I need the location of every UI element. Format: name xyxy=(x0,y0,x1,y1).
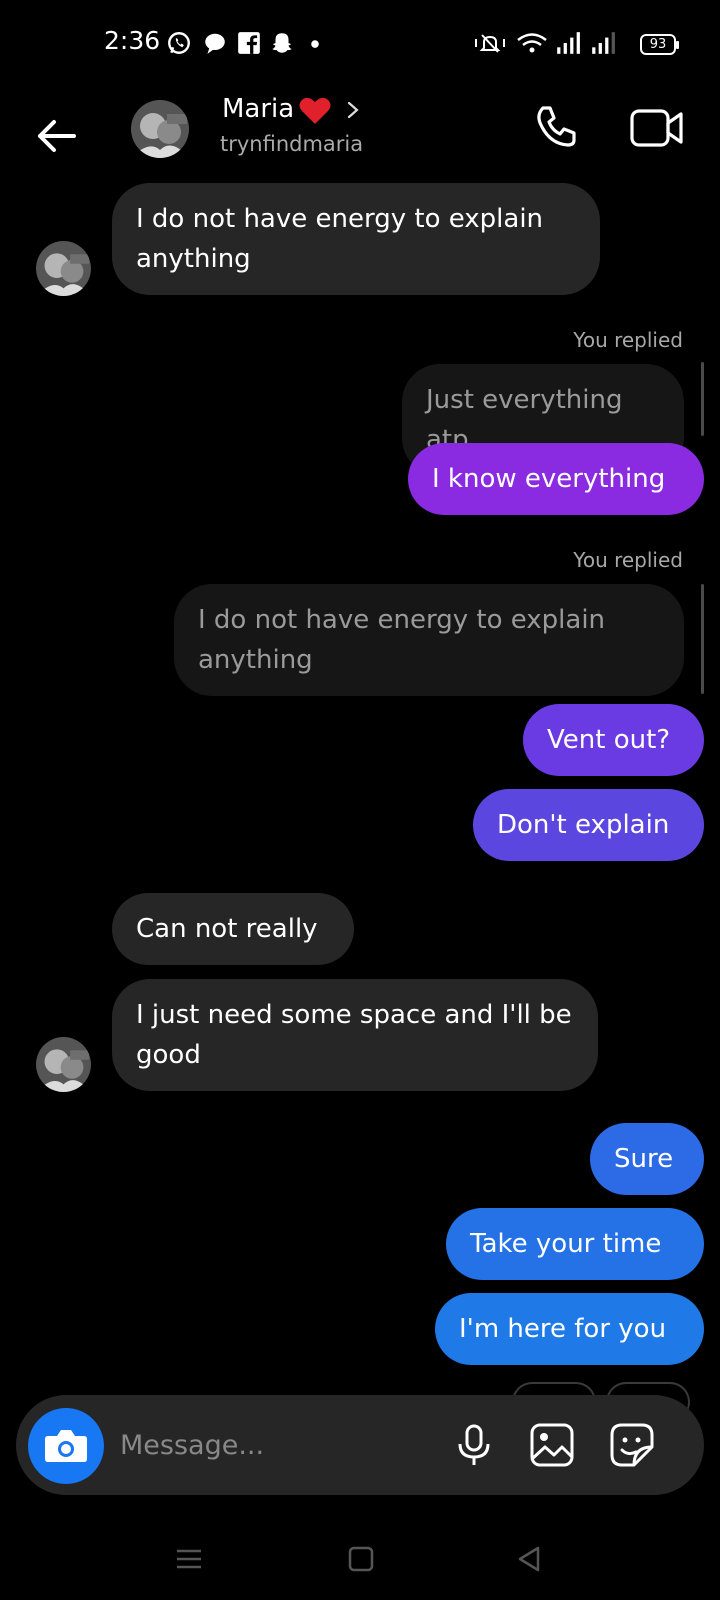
dot-icon xyxy=(311,40,319,48)
arrow-left-icon[interactable] xyxy=(30,110,82,162)
camera-icon xyxy=(45,1430,87,1462)
home-square-icon[interactable] xyxy=(346,1544,376,1574)
outgoing-message[interactable]: Vent out? xyxy=(523,704,704,776)
incoming-message[interactable]: Can not really xyxy=(112,893,354,965)
outgoing-message[interactable]: Take your time xyxy=(446,1208,704,1280)
reply-indicator-bar xyxy=(701,362,704,436)
reply-preview[interactable]: I do not have energy to explain anything xyxy=(174,584,684,696)
incoming-message[interactable]: I just need some space and I'll be good xyxy=(112,979,598,1091)
system-nav-bar xyxy=(0,1520,720,1600)
status-time: 2:36 xyxy=(104,26,161,55)
battery-indicator: 93 xyxy=(640,34,679,55)
reply-indicator-bar xyxy=(701,584,704,694)
chevron-right-icon[interactable] xyxy=(345,100,361,120)
heart-icon xyxy=(299,97,331,124)
sticker-icon[interactable] xyxy=(608,1421,656,1469)
avatar[interactable] xyxy=(131,100,189,158)
video-camera-icon[interactable] xyxy=(629,104,685,152)
signal-icon xyxy=(557,32,580,54)
microphone-icon[interactable] xyxy=(450,1421,498,1469)
status-bar: 2:36 93 xyxy=(0,0,720,90)
you-replied-label: You replied xyxy=(573,328,683,352)
you-replied-label: You replied xyxy=(573,548,683,572)
chat-header: Maria trynfindmaria xyxy=(0,90,720,180)
wifi-icon xyxy=(517,33,547,53)
outgoing-message[interactable]: Sure xyxy=(590,1123,704,1195)
facebook-icon xyxy=(238,32,260,54)
outgoing-message[interactable]: Don't explain xyxy=(473,789,704,861)
avatar[interactable] xyxy=(36,1037,91,1092)
gallery-icon[interactable] xyxy=(528,1421,576,1469)
menu-icon[interactable] xyxy=(174,1544,204,1574)
chat-bubble-icon xyxy=(205,33,225,54)
whatsapp-icon xyxy=(168,32,190,54)
mute-vibrate-icon xyxy=(475,34,505,53)
camera-button[interactable] xyxy=(28,1408,104,1484)
avatar[interactable] xyxy=(36,241,91,296)
outgoing-message[interactable]: I know everything xyxy=(408,443,704,515)
signal-icon xyxy=(592,32,615,54)
message-composer xyxy=(16,1395,704,1495)
phone-icon[interactable] xyxy=(532,104,580,152)
message-input[interactable] xyxy=(120,1423,440,1467)
snapchat-icon xyxy=(272,33,292,53)
contact-name[interactable]: Maria xyxy=(222,94,294,124)
incoming-message[interactable]: I do not have energy to explain anything xyxy=(112,183,600,295)
outgoing-message[interactable]: I'm here for you xyxy=(435,1293,704,1365)
back-triangle-icon[interactable] xyxy=(514,1544,544,1574)
contact-username: trynfindmaria xyxy=(220,132,364,156)
